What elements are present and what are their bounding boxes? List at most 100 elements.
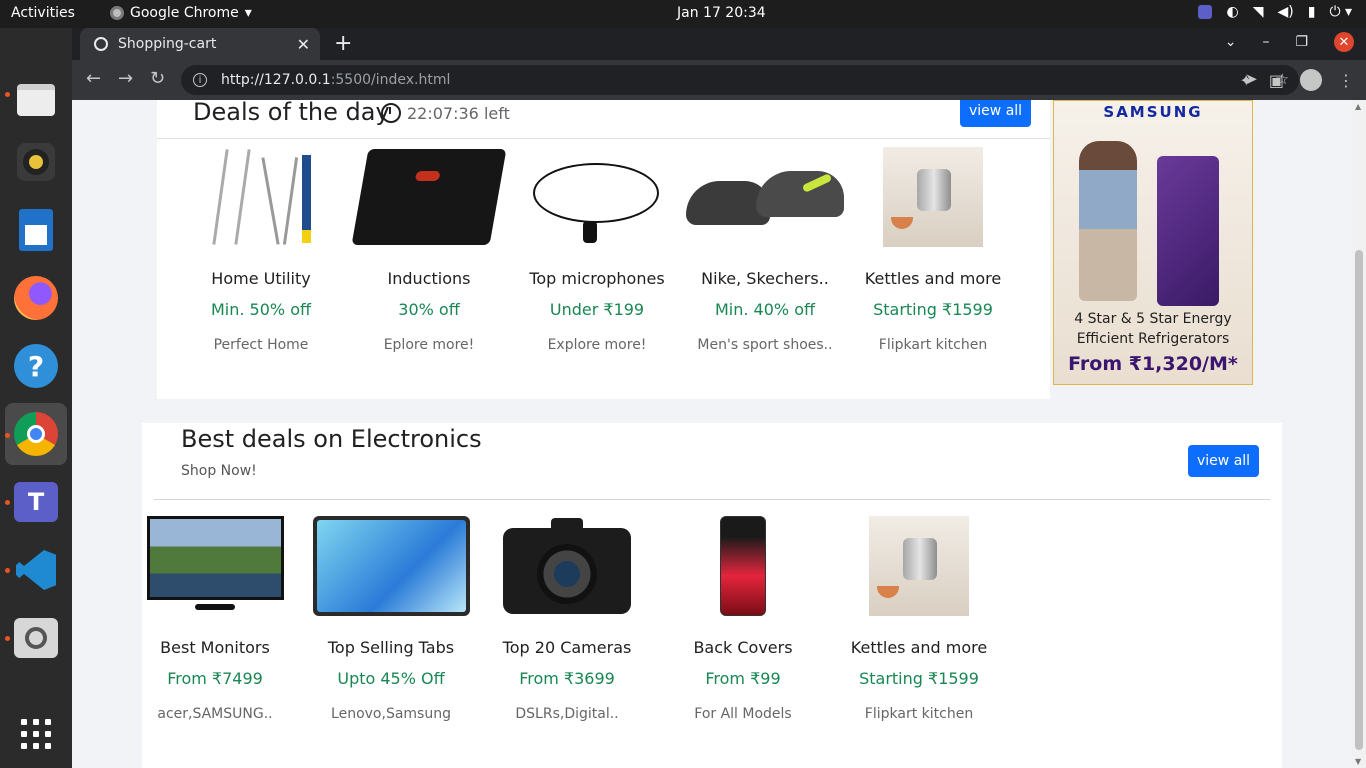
ladder-image [211,149,311,245]
address-bar[interactable]: i http://127.0.0.1 :5500/index.html ➤ ☆ [181,65,1299,95]
induction-cooktop-image [351,149,507,245]
close-window-icon[interactable]: ✕ [1334,32,1354,52]
product-offer: From ₹99 [705,669,781,688]
dock: ? T [0,28,72,768]
product-offer: Starting ₹1599 [859,669,979,688]
extensions-icon[interactable]: ✦ [1239,71,1252,90]
product-offer: From ₹7499 [167,669,263,688]
clock[interactable]: Jan 17 20:34 [677,5,766,21]
product-name: Back Covers [693,638,793,657]
night-light-icon[interactable]: ◐ [1226,4,1238,20]
reload-icon[interactable]: ↻ [150,68,165,89]
vscode-icon [16,550,56,590]
lapel-microphone-image [527,149,667,245]
forward-icon[interactable]: → [118,68,133,89]
product-name: Home Utility [211,269,311,288]
back-icon[interactable]: ← [86,68,101,89]
dock-help[interactable]: ? [12,342,60,390]
tablet-image [312,516,470,616]
product-subtitle: acer,SAMSUNG.. [157,706,273,722]
tab-shopping-cart[interactable]: Shopping-cart ✕ [80,28,320,60]
kettle-image [869,516,969,616]
dock-chrome[interactable] [5,403,67,465]
deal-card-kettles[interactable]: Kettles and more Starting ₹1599 Flipkart… [849,147,1017,353]
product-subtitle: Perfect Home [213,337,309,353]
site-info-icon[interactable]: i [193,73,207,87]
electronics-card-back-covers[interactable]: Back Covers From ₹99 For All Models [659,516,827,722]
scroll-up-arrow-icon[interactable]: ▲ [1355,102,1361,111]
url-path: :5500/index.html [330,72,451,88]
page-scrollbar[interactable]: ▲ ▼ [1352,100,1366,768]
chrome-icon [14,412,58,456]
deal-card-inductions[interactable]: Inductions 30% off Eplore more! [345,147,513,353]
app-menu-label: Google Chrome [130,5,239,21]
dock-firefox[interactable] [12,274,60,322]
deal-card-home-utility[interactable]: Home Utility Min. 50% off Perfect Home [177,147,345,353]
scroll-down-arrow-icon[interactable]: ▼ [1355,757,1361,766]
app-menu[interactable]: Google Chrome ▾ [110,5,252,21]
deals-of-the-day-section: Deals of the day 22:07:36 left view all … [157,100,1050,399]
files-icon [17,84,55,116]
deals-header: Deals of the day 22:07:36 left view all [157,100,1050,139]
electronics-card-kettles[interactable]: Kettles and more Starting ₹1599 Flipkart… [835,516,1003,722]
new-tab-button[interactable]: + [334,31,352,56]
product-subtitle: Lenovo,Samsung [331,706,451,722]
running-indicator [5,636,10,641]
electronics-subtitle: Shop Now! [181,463,257,479]
minimize-icon[interactable]: – [1262,34,1269,50]
dock-vscode[interactable] [12,546,60,594]
dock-rhythmbox[interactable] [12,138,60,186]
product-offer: From ₹3699 [519,669,615,688]
volume-icon[interactable]: ◀) [1277,4,1293,20]
dock-files[interactable] [12,76,60,124]
tab-search-icon[interactable]: ⌄ [1225,34,1237,50]
teams-tray-icon[interactable] [1198,5,1213,19]
app-grid-icon [21,719,51,749]
product-subtitle: Eplore more! [383,337,475,353]
profile-avatar[interactable] [1300,69,1322,91]
writer-icon [19,209,53,251]
help-icon: ? [14,344,58,388]
running-indicator [5,433,10,438]
deals-view-all-button[interactable]: view all [960,100,1032,127]
timer-text: 22:07:36 left [407,103,510,123]
menu-kebab-icon[interactable]: ⋮ [1338,71,1354,90]
image-viewer-icon [14,618,58,658]
electronics-card-tabs[interactable]: Top Selling Tabs Upto 45% Off Lenovo,Sam… [307,516,475,722]
samsung-ad-banner[interactable]: SAMSUNG 4 Star & 5 Star Energy Efficient… [1053,100,1253,385]
window-controls: ⌄ – ❐ ✕ [1225,32,1354,52]
maximize-icon[interactable]: ❐ [1295,34,1308,50]
scrollbar-thumb[interactable] [1355,250,1363,750]
product-subtitle: For All Models [694,706,792,722]
deal-card-shoes[interactable]: Nike, Skechers.. Min. 40% off Men's spor… [681,147,849,353]
ad-people-image [1079,141,1137,301]
activities-button[interactable]: Activities [11,5,75,21]
power-icon[interactable]: ⏻ ▾ [1329,4,1352,20]
kettle-image [883,147,983,247]
browser-toolbar: ← → ↻ i http://127.0.0.1 :5500/index.htm… [72,60,1366,100]
url-host: http://127.0.0.1 [221,72,331,88]
system-tray[interactable]: ◐ ◥ ◀) ▮ ⏻ ▾ [1198,4,1352,20]
electronics-card-cameras[interactable]: Top 20 Cameras From ₹3699 DSLRs,Digital.… [483,516,651,722]
rhythmbox-icon [17,143,55,181]
chrome-mini-icon [110,6,124,20]
electronics-header: Best deals on Electronics Shop Now! view… [154,423,1270,500]
wifi-icon[interactable]: ◥ [1253,4,1264,20]
dock-image-viewer[interactable] [12,614,60,662]
product-name: Top microphones [529,269,665,288]
electronics-card-monitors[interactable]: Best Monitors From ₹7499 acer,SAMSUNG.. [131,516,299,722]
reading-list-icon[interactable]: ▣ [1269,71,1284,90]
close-tab-icon[interactable]: ✕ [297,35,310,54]
product-offer: Min. 50% off [210,300,312,319]
dock-teams[interactable]: T [12,478,60,526]
running-indicator [5,92,10,97]
electronics-view-all-button[interactable]: view all [1188,445,1260,477]
product-name: Kettles and more [864,269,1002,288]
microphone-icon[interactable]: ▮ [1308,4,1316,20]
dock-writer[interactable] [12,206,60,254]
teams-icon: T [14,482,58,522]
ad-tagline: 4 Star & 5 Star Energy Efficient Refrige… [1074,311,1232,347]
show-applications-button[interactable] [12,710,60,758]
product-offer: Under ₹199 [549,300,645,319]
deal-card-microphones[interactable]: Top microphones Under ₹199 Explore more! [513,147,681,353]
